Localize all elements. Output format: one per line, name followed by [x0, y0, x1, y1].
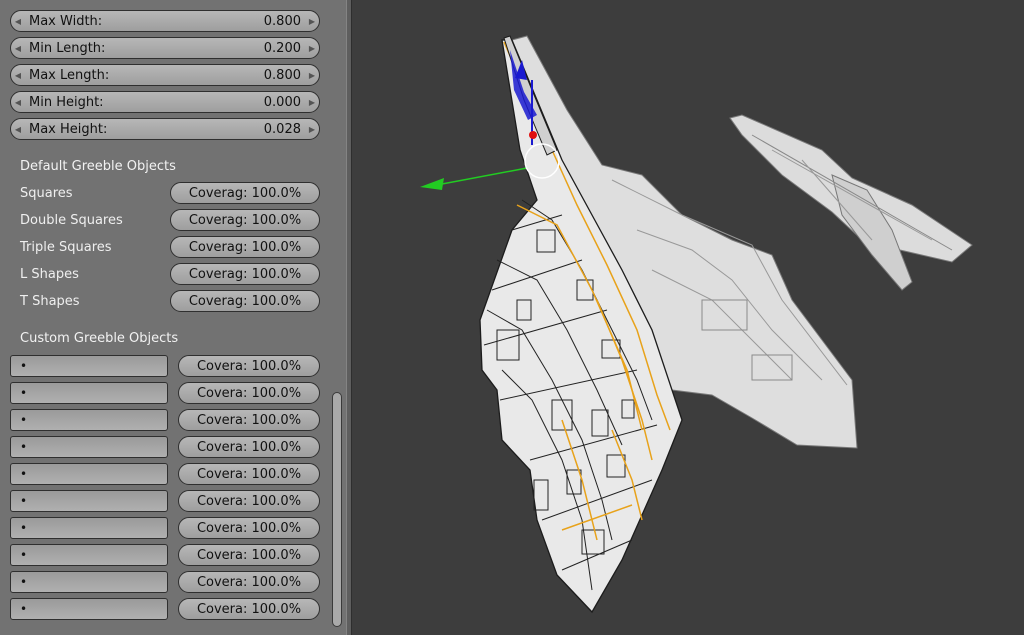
- custom-greeble-section-title: Custom Greeble Objects: [20, 331, 179, 346]
- panel-scrollbar[interactable]: [332, 392, 342, 627]
- custom-coverage-field[interactable]: Covera: 100.0%: [178, 436, 320, 458]
- l-shapes-coverage-field[interactable]: Coverag: 100.0%: [170, 263, 320, 285]
- field-label: Max Height:: [29, 121, 108, 137]
- decrement-arrow-icon[interactable]: ◀: [11, 44, 25, 53]
- custom-coverage-field[interactable]: Covera: 100.0%: [178, 517, 320, 539]
- increment-arrow-icon[interactable]: ▶: [305, 71, 319, 80]
- 3d-viewport[interactable]: [352, 0, 1024, 635]
- max-length-field[interactable]: ◀ Max Length: 0.800 ▶: [10, 64, 320, 86]
- custom-object-field[interactable]: •: [10, 571, 168, 593]
- custom-object-field[interactable]: •: [10, 544, 168, 566]
- field-label: Min Height:: [29, 94, 104, 110]
- custom-coverage-field[interactable]: Covera: 100.0%: [178, 463, 320, 485]
- custom-coverage-field[interactable]: Covera: 100.0%: [178, 382, 320, 404]
- custom-coverage-field[interactable]: Covera: 100.0%: [178, 544, 320, 566]
- custom-coverage-field[interactable]: Covera: 100.0%: [178, 598, 320, 620]
- double-squares-coverage-field[interactable]: Coverag: 100.0%: [170, 209, 320, 231]
- custom-object-field[interactable]: •: [10, 490, 168, 512]
- default-greeble-section-title: Default Greeble Objects: [20, 159, 176, 174]
- increment-arrow-icon[interactable]: ▶: [305, 98, 319, 107]
- t-shapes-label: T Shapes: [20, 294, 80, 309]
- field-value: 0.000: [263, 94, 301, 110]
- decrement-arrow-icon[interactable]: ◀: [11, 98, 25, 107]
- min-length-field[interactable]: ◀ Min Length: 0.200 ▶: [10, 37, 320, 59]
- increment-arrow-icon[interactable]: ▶: [305, 17, 319, 26]
- custom-object-field[interactable]: •: [10, 436, 168, 458]
- t-shapes-coverage-field[interactable]: Coverag: 100.0%: [170, 290, 320, 312]
- field-value: 0.028: [263, 121, 301, 137]
- scene-canvas[interactable]: [352, 0, 1024, 635]
- custom-object-field[interactable]: •: [10, 409, 168, 431]
- squares-coverage-field[interactable]: Coverag: 100.0%: [170, 182, 320, 204]
- custom-coverage-field[interactable]: Covera: 100.0%: [178, 571, 320, 593]
- field-label: Max Width:: [29, 13, 103, 29]
- double-squares-label: Double Squares: [20, 213, 123, 228]
- x-axis-handle-icon: [529, 131, 537, 139]
- max-width-field[interactable]: ◀ Max Width: 0.800 ▶: [10, 10, 320, 32]
- squares-label: Squares: [20, 186, 73, 201]
- field-value: 0.800: [263, 67, 301, 83]
- decrement-arrow-icon[interactable]: ◀: [11, 71, 25, 80]
- field-value: 0.200: [263, 40, 301, 56]
- custom-coverage-field[interactable]: Covera: 100.0%: [178, 490, 320, 512]
- custom-coverage-field[interactable]: Covera: 100.0%: [178, 409, 320, 431]
- custom-object-field[interactable]: •: [10, 598, 168, 620]
- main-ship-model[interactable]: [479, 35, 858, 614]
- max-height-field[interactable]: ◀ Max Height: 0.028 ▶: [10, 118, 320, 140]
- tool-properties-panel: ◀ Max Width: 0.800 ▶ ◀ Min Length: 0.200…: [0, 0, 347, 635]
- increment-arrow-icon[interactable]: ▶: [305, 125, 319, 134]
- min-height-field[interactable]: ◀ Min Height: 0.000 ▶: [10, 91, 320, 113]
- decrement-arrow-icon[interactable]: ◀: [11, 17, 25, 26]
- custom-object-field[interactable]: •: [10, 463, 168, 485]
- custom-coverage-field[interactable]: Covera: 100.0%: [178, 355, 320, 377]
- triple-squares-label: Triple Squares: [20, 240, 112, 255]
- decrement-arrow-icon[interactable]: ◀: [11, 125, 25, 134]
- field-label: Min Length:: [29, 40, 106, 56]
- triple-squares-coverage-field[interactable]: Coverag: 100.0%: [170, 236, 320, 258]
- custom-object-field[interactable]: •: [10, 355, 168, 377]
- custom-object-field[interactable]: •: [10, 517, 168, 539]
- y-axis-arrow-icon: [420, 178, 444, 190]
- increment-arrow-icon[interactable]: ▶: [305, 44, 319, 53]
- custom-object-field[interactable]: •: [10, 382, 168, 404]
- field-label: Max Length:: [29, 67, 110, 83]
- field-value: 0.800: [263, 13, 301, 29]
- l-shapes-label: L Shapes: [20, 267, 79, 282]
